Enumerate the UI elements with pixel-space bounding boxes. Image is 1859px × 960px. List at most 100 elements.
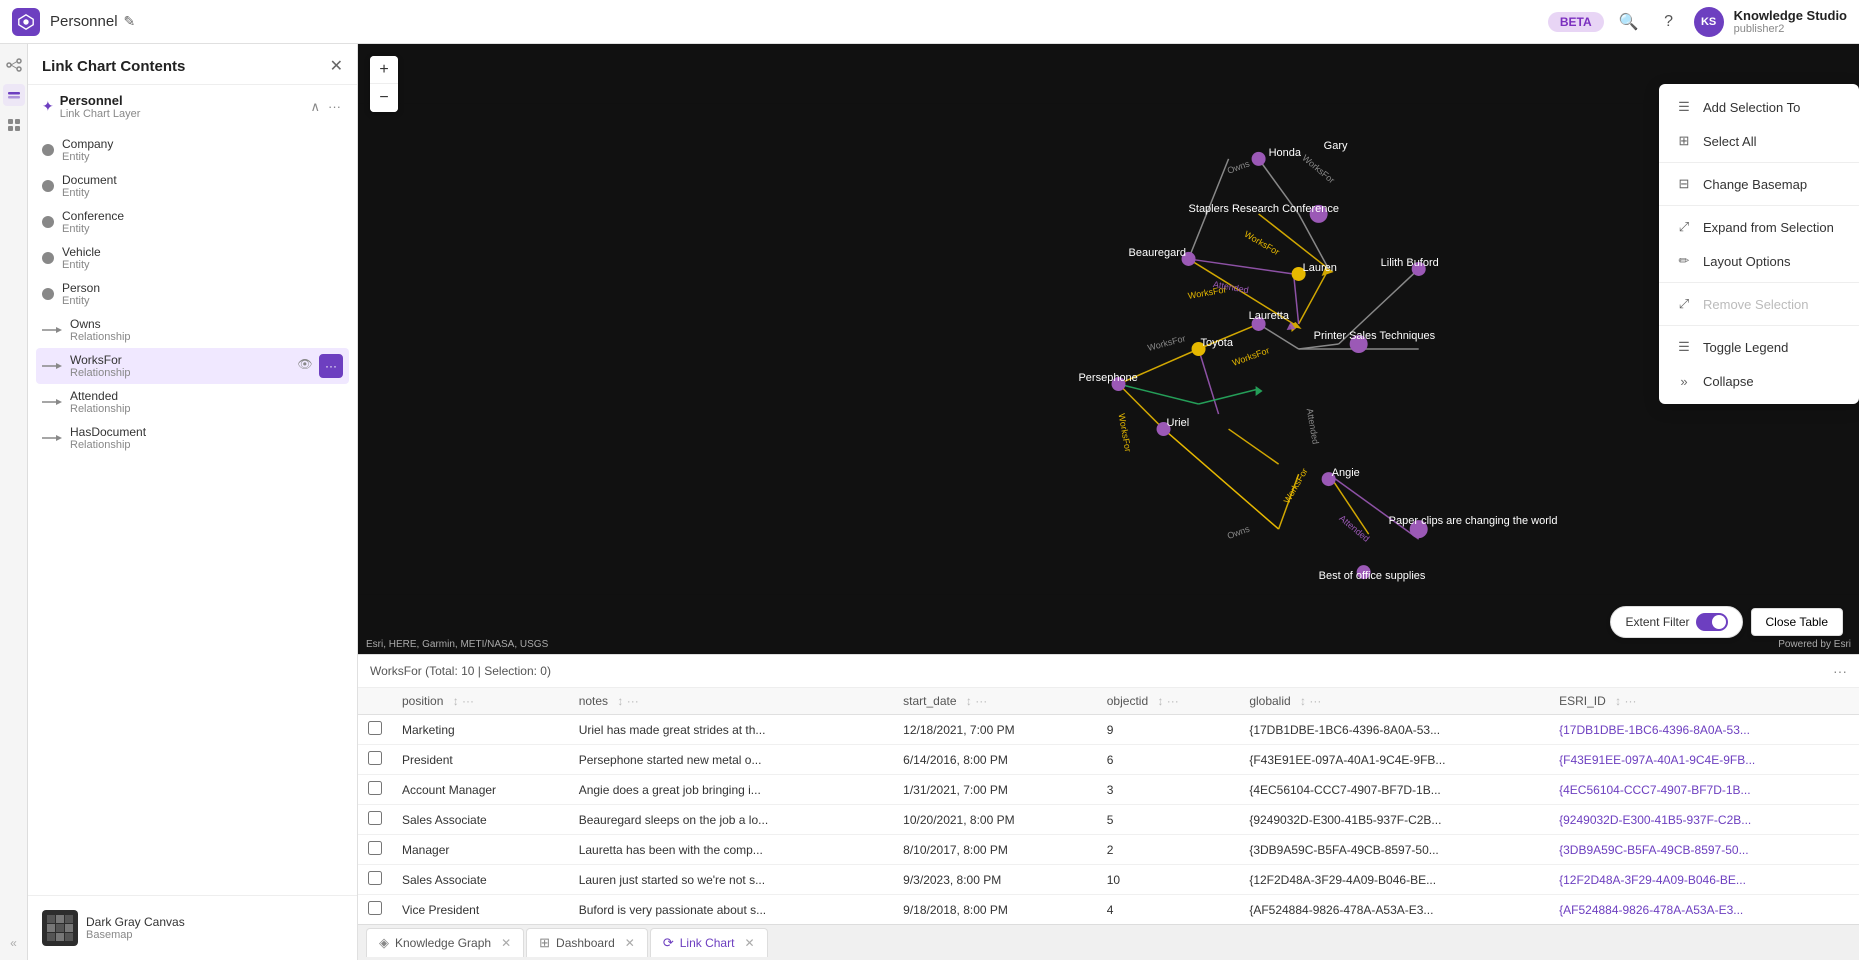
extent-filter-toggle[interactable] <box>1696 613 1728 631</box>
extent-filter-button[interactable]: Extent Filter <box>1610 606 1742 638</box>
row-checkbox[interactable] <box>368 901 382 915</box>
entity-name: Attended <box>70 389 301 403</box>
rail-icon-grid[interactable] <box>3 114 25 136</box>
basemap-item[interactable]: Dark Gray Canvas Basemap <box>42 904 343 952</box>
table-row[interactable]: President Persephone started new metal o… <box>358 745 1859 775</box>
rail-expand[interactable]: « <box>10 936 17 950</box>
basemap-thumbnail <box>42 910 78 946</box>
row-checkbox[interactable] <box>368 721 382 735</box>
basemap-grid <box>47 915 73 941</box>
menu-label-layout-options: Layout Options <box>1703 254 1790 269</box>
map-zoom-controls: + − <box>370 56 398 112</box>
menu-item-expand-selection[interactable]: ⤢ Expand from Selection <box>1659 210 1859 244</box>
search-button[interactable]: 🔍 <box>1614 7 1644 37</box>
menu-item-layout-options[interactable]: ✏ Layout Options <box>1659 244 1859 278</box>
tab-link-chart[interactable]: ⟳ Link Chart ✕ <box>650 928 768 957</box>
visibility-button[interactable]: 👁 <box>301 248 321 268</box>
list-item[interactable]: Attended Relationship 👁 ··· <box>36 384 349 420</box>
row-checkbox[interactable] <box>368 751 382 765</box>
close-table-button[interactable]: Close Table <box>1751 608 1843 636</box>
menu-item-change-basemap[interactable]: ⊟ Change Basemap <box>1659 167 1859 201</box>
close-panel-button[interactable]: ✕ <box>330 56 343 76</box>
more-button[interactable]: ··· <box>325 428 343 448</box>
visibility-button[interactable]: 👁 <box>301 320 321 340</box>
menu-item-toggle-legend[interactable]: ☰ Toggle Legend <box>1659 330 1859 364</box>
row-checkbox[interactable] <box>368 781 382 795</box>
list-item[interactable]: Owns Relationship 👁 ··· <box>36 312 349 348</box>
list-item[interactable]: Conference Entity 👁 ··· <box>36 204 349 240</box>
tab-knowledge-graph[interactable]: ◈ Knowledge Graph ✕ <box>366 928 524 957</box>
col-position[interactable]: position ↕ ··· <box>392 688 569 715</box>
rail-icon-connections[interactable] <box>3 54 25 76</box>
visibility-button[interactable]: 👁 <box>301 428 321 448</box>
table-row[interactable]: Marketing Uriel has made great strides a… <box>358 715 1859 745</box>
visibility-button[interactable]: 👁 <box>301 392 321 412</box>
tab-close-link-chart[interactable]: ✕ <box>744 936 754 950</box>
table-row[interactable]: Manager Lauretta has been with the comp.… <box>358 835 1859 865</box>
more-button[interactable]: ··· <box>325 176 343 196</box>
col-objectid[interactable]: objectid ↕ ··· <box>1097 688 1240 715</box>
layer-more-btn[interactable]: ··· <box>326 97 343 117</box>
row-checkbox[interactable] <box>368 811 382 825</box>
list-item[interactable]: Company Entity 👁 ··· <box>36 132 349 168</box>
table-row[interactable]: Sales Associate Lauren just started so w… <box>358 865 1859 895</box>
entity-info: Person Entity <box>62 281 301 307</box>
map-canvas[interactable]: WorksFor WorksFor WorksFor WorksFor Atte… <box>358 44 1859 654</box>
list-item[interactable]: Vehicle Entity 👁 ··· <box>36 240 349 276</box>
list-item[interactable]: Document Entity 👁 ··· <box>36 168 349 204</box>
col-notes[interactable]: notes ↕ ··· <box>569 688 893 715</box>
data-table[interactable]: position ↕ ··· notes ↕ ··· start_date ↕ … <box>358 688 1859 924</box>
entity-dot <box>42 144 54 156</box>
menu-label-expand-selection: Expand from Selection <box>1703 220 1834 235</box>
col-esri-id[interactable]: ESRI_ID ↕ ··· <box>1549 688 1859 715</box>
visibility-button[interactable]: 👁 <box>301 284 321 304</box>
tab-dashboard[interactable]: ⊞ Dashboard ✕ <box>526 928 648 957</box>
tab-close-dashboard[interactable]: ✕ <box>625 936 635 950</box>
cell-position: Vice President <box>392 895 569 925</box>
zoom-out-button[interactable]: − <box>370 84 398 112</box>
more-button[interactable]: ··· <box>325 320 343 340</box>
list-item[interactable]: HasDocument Relationship 👁 ··· <box>36 420 349 456</box>
more-button[interactable]: ··· <box>325 392 343 412</box>
more-button[interactable]: ··· <box>319 354 343 378</box>
cell-esri-id: {17DB1DBE-1BC6-4396-8A0A-53... <box>1549 715 1859 745</box>
entity-dot <box>42 216 54 228</box>
row-checkbox[interactable] <box>368 871 382 885</box>
list-item-worksfor[interactable]: WorksFor Relationship 👁 ··· <box>36 348 349 384</box>
entity-info: Conference Entity <box>62 209 301 235</box>
svg-text:Lauretta: Lauretta <box>1249 310 1290 322</box>
more-button[interactable]: ··· <box>325 284 343 304</box>
more-button[interactable]: ··· <box>325 212 343 232</box>
rail-icon-layers[interactable] <box>3 84 25 106</box>
cell-globalid: {12F2D48A-3F29-4A09-B046-BE... <box>1239 865 1549 895</box>
table-row[interactable]: Sales Associate Beauregard sleeps on the… <box>358 805 1859 835</box>
more-button[interactable]: ··· <box>325 140 343 160</box>
tab-label-link-chart: Link Chart <box>680 936 735 950</box>
visibility-button[interactable]: 👁 <box>301 176 321 196</box>
tab-label-knowledge-graph: Knowledge Graph <box>395 936 491 950</box>
more-button[interactable]: ··· <box>325 248 343 268</box>
list-item[interactable]: Person Entity 👁 ··· <box>36 276 349 312</box>
tab-close-knowledge-graph[interactable]: ✕ <box>501 936 511 950</box>
table-more-button[interactable]: ··· <box>1833 663 1847 679</box>
user-info: Knowledge Studio publisher2 <box>1734 8 1847 35</box>
layer-collapse-btn[interactable]: ∧ <box>308 97 322 117</box>
table-row[interactable]: Account Manager Angie does a great job b… <box>358 775 1859 805</box>
entity-type: Entity <box>62 151 301 163</box>
help-button[interactable]: ? <box>1654 7 1684 37</box>
zoom-in-button[interactable]: + <box>370 56 398 84</box>
visibility-button[interactable]: 👁 <box>301 212 321 232</box>
menu-item-add-selection[interactable]: ☰ Add Selection To <box>1659 90 1859 124</box>
layer-icon: ✦ <box>42 98 54 115</box>
cell-position: Marketing <box>392 715 569 745</box>
menu-item-select-all[interactable]: ⊞ Select All <box>1659 124 1859 158</box>
edit-icon[interactable]: ✎ <box>124 13 136 30</box>
table-row[interactable]: Vice President Buford is very passionate… <box>358 895 1859 925</box>
visibility-button[interactable]: 👁 <box>301 140 321 160</box>
col-start-date[interactable]: start_date ↕ ··· <box>893 688 1097 715</box>
menu-item-collapse[interactable]: » Collapse <box>1659 364 1859 398</box>
row-checkbox[interactable] <box>368 841 382 855</box>
user-name: Knowledge Studio <box>1734 8 1847 23</box>
col-globalid[interactable]: globalid ↕ ··· <box>1239 688 1549 715</box>
visibility-button[interactable]: 👁 <box>295 354 315 374</box>
